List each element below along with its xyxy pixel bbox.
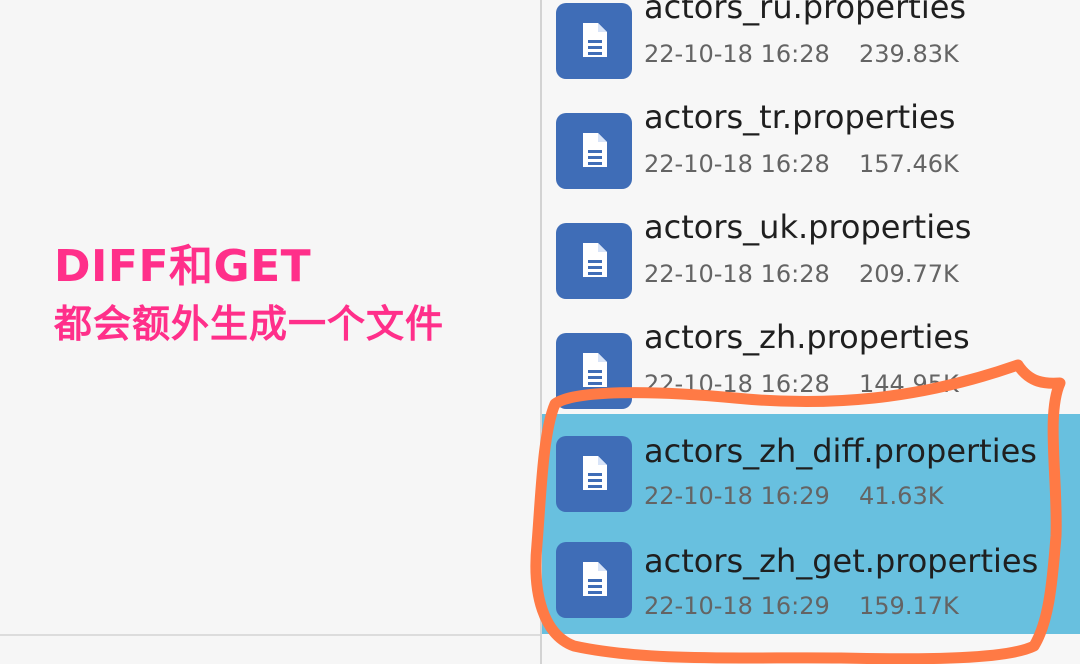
file-meta: 22-10-18 16:28 144.95K <box>644 372 959 396</box>
annotation-line-2: 都会额外生成一个文件 <box>54 302 445 346</box>
file-item-actors-ru[interactable]: actors_ru.properties 22-10-18 16:28 239.… <box>542 0 1080 112</box>
left-panel: DIFF和GET 都会额外生成一个文件 <box>0 0 540 664</box>
document-icon <box>556 436 632 512</box>
annotation-text: DIFF和GET 都会额外生成一个文件 <box>54 241 445 346</box>
document-icon <box>556 113 632 189</box>
file-name: actors_uk.properties <box>644 208 972 246</box>
file-date: 22-10-18 16:28 <box>644 150 830 178</box>
file-date: 22-10-18 16:29 <box>644 592 830 620</box>
file-size: 159.17K <box>859 592 959 620</box>
file-item-actors-tr[interactable]: actors_tr.properties 22-10-18 16:28 157.… <box>542 99 1080 222</box>
file-item-actors-zh-get[interactable]: actors_zh_get.properties 22-10-18 16:29 … <box>542 524 1080 634</box>
file-size: 209.77K <box>859 260 959 288</box>
file-size: 157.46K <box>859 150 959 178</box>
file-date: 22-10-18 16:28 <box>644 260 830 288</box>
annotation-line-1: DIFF和GET <box>54 241 312 292</box>
file-meta: 22-10-18 16:28 157.46K <box>644 152 959 176</box>
file-meta: 22-10-18 16:29 159.17K <box>644 594 959 618</box>
file-size: 144.95K <box>859 370 959 398</box>
file-date: 22-10-18 16:28 <box>644 40 830 68</box>
file-item-actors-zh-diff[interactable]: actors_zh_diff.properties 22-10-18 16:29… <box>542 414 1080 524</box>
document-icon <box>556 542 632 618</box>
file-meta: 22-10-18 16:29 41.63K <box>644 484 943 508</box>
file-name: actors_tr.properties <box>644 98 956 136</box>
file-name: actors_ru.properties <box>644 0 967 26</box>
file-size: 239.83K <box>859 40 959 68</box>
file-meta: 22-10-18 16:28 239.83K <box>644 42 959 66</box>
document-icon <box>556 223 632 299</box>
file-meta: 22-10-18 16:28 209.77K <box>644 262 959 286</box>
document-icon <box>556 333 632 409</box>
file-name: actors_zh_diff.properties <box>644 432 1037 470</box>
file-size: 41.63K <box>859 482 944 510</box>
file-date: 22-10-18 16:29 <box>644 482 830 510</box>
file-list: actors_ru.properties 22-10-18 16:28 239.… <box>540 0 1080 664</box>
file-name: actors_zh.properties <box>644 318 970 356</box>
document-icon <box>556 3 632 79</box>
file-name: actors_zh_get.properties <box>644 542 1039 580</box>
file-date: 22-10-18 16:28 <box>644 370 830 398</box>
file-item-actors-uk[interactable]: actors_uk.properties 22-10-18 16:28 209.… <box>542 209 1080 332</box>
